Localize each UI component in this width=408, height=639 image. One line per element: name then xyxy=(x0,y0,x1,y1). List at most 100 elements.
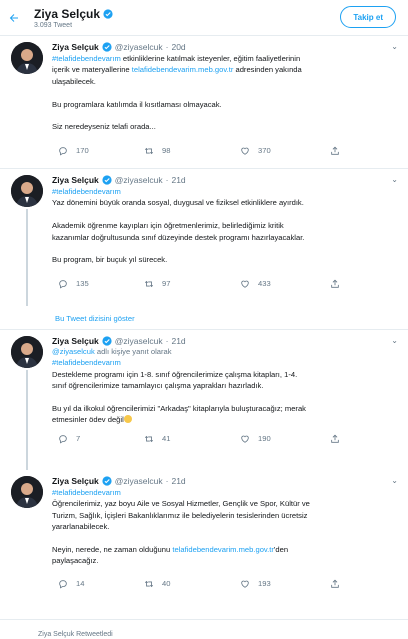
like-count: 433 xyxy=(258,279,271,289)
reply-button[interactable]: 135 xyxy=(58,279,144,289)
reply-icon xyxy=(59,147,67,156)
verified-badge-icon xyxy=(102,336,112,346)
tweet-meta: Ziya Selçuk @ziyaselcuk · 21d xyxy=(52,175,398,185)
text-line: sınıf öğrencilerimize tamamlayıcı çalışm… xyxy=(52,381,264,391)
share-button[interactable] xyxy=(330,146,340,156)
text-line: Öğrencilerimiz, yaz boyu Aile ve Sosyal … xyxy=(52,499,310,509)
mention-link[interactable]: @ziyaselcuk xyxy=(52,347,95,356)
meta-separator: · xyxy=(165,476,169,486)
retweet-button[interactable]: 41 xyxy=(144,434,240,444)
reply-count: 7 xyxy=(76,434,81,444)
url-link[interactable]: telafidebendevarim.meb.gov.tr xyxy=(172,545,274,554)
retweet-button[interactable]: 98 xyxy=(144,146,240,156)
verified-badge-icon xyxy=(102,476,112,486)
text-span: 'den xyxy=(273,545,289,555)
like-button[interactable]: 433 xyxy=(240,279,330,289)
like-count: 190 xyxy=(258,434,271,444)
chevron-down-icon[interactable]: ⌄ xyxy=(391,42,398,51)
text-line: Bu program, bir buçuk yıl sürecek. xyxy=(52,255,168,265)
tweet-text: #telafidebendevarım etkinliklerine katıl… xyxy=(52,53,398,133)
meta-separator: · xyxy=(165,42,169,52)
avatar[interactable] xyxy=(11,476,43,508)
tweet-time[interactable]: 21d xyxy=(171,476,185,486)
hashtag-link[interactable]: #telafidebendevarım xyxy=(52,54,121,63)
retweet-icon xyxy=(144,580,154,587)
author-name[interactable]: Ziya Selçuk xyxy=(52,476,99,486)
author-handle[interactable]: @ziyaselcuk xyxy=(115,175,163,185)
heart-icon xyxy=(241,435,249,443)
text-span: adlı kişiye yanıt olarak xyxy=(94,347,172,356)
author-name[interactable]: Ziya Selçuk xyxy=(52,42,99,52)
profile-title: Ziya Selçuk 3.093 Tweet xyxy=(34,7,113,29)
heart-icon xyxy=(241,147,249,155)
tweet[interactable]: Ziya Selçuk @ziyaselcuk · 20d ⌄ #telafid… xyxy=(0,36,408,169)
retweet-count: 98 xyxy=(162,146,171,156)
reply-count: 135 xyxy=(76,279,89,289)
reply-button[interactable]: 14 xyxy=(58,579,144,589)
tweet-count: 3.093 Tweet xyxy=(34,21,73,29)
hashtag-link[interactable]: #telafidebendevarım xyxy=(52,187,121,196)
like-button[interactable]: 193 xyxy=(240,579,330,589)
chevron-down-icon[interactable]: ⌄ xyxy=(391,175,398,184)
verified-badge-icon xyxy=(102,42,112,52)
text-span: etkinliklerine katılmak isteyenler, eğit… xyxy=(120,54,301,63)
author-handle[interactable]: @ziyaselcuk xyxy=(115,476,163,486)
share-icon xyxy=(331,579,339,588)
heart-icon xyxy=(241,280,249,288)
tweet-time[interactable]: 20d xyxy=(171,42,185,52)
retweet-count: 41 xyxy=(162,434,171,444)
like-count: 193 xyxy=(258,579,271,589)
like-button[interactable]: 370 xyxy=(240,146,330,156)
tweet-actions: 135 97 433 xyxy=(52,271,398,297)
retweet-button[interactable]: 97 xyxy=(144,279,240,289)
reply-button[interactable]: 7 xyxy=(58,434,144,444)
retweet-count: 40 xyxy=(162,579,171,589)
like-count: 370 xyxy=(258,146,271,156)
profile-header: Ziya Selçuk 3.093 Tweet Takip et xyxy=(0,0,408,36)
tweet-meta: Ziya Selçuk @ziyaselcuk · 21d xyxy=(52,476,398,486)
reply-button[interactable]: 170 xyxy=(58,146,144,156)
retweet-button[interactable]: 40 xyxy=(144,579,240,589)
share-button[interactable] xyxy=(330,579,340,589)
retweet-icon xyxy=(144,147,154,154)
reply-icon xyxy=(59,435,67,444)
text-line: kazanımlar doğrultusunda sınıf düzeyinde… xyxy=(52,232,305,242)
text-line: Destekleme programı için 1-8. sınıf öğre… xyxy=(52,369,298,379)
text-line: ulaşabilecek. xyxy=(52,76,96,86)
show-thread-link[interactable]: Bu Tweet dizisini göster xyxy=(0,306,408,330)
tweet-time[interactable]: 21d xyxy=(171,175,185,185)
chevron-down-icon[interactable]: ⌄ xyxy=(391,476,398,485)
retweet-count: 97 xyxy=(162,279,171,289)
follow-button[interactable]: Takip et xyxy=(340,6,396,28)
text-line: Akademik öğrenme kayıpları için öğretmen… xyxy=(52,221,284,231)
chevron-down-icon[interactable]: ⌄ xyxy=(391,336,398,345)
tweet-text: #telafidebendevarım Destekleme programı … xyxy=(52,357,398,425)
avatar[interactable] xyxy=(11,336,43,368)
author-name[interactable]: Ziya Selçuk xyxy=(52,175,99,185)
avatar[interactable] xyxy=(11,42,43,74)
reply-count: 14 xyxy=(76,579,85,589)
author-handle[interactable]: @ziyaselcuk xyxy=(115,336,163,346)
retweet-icon xyxy=(144,435,154,442)
text-line: Bu yıl da ilkokul öğrencilerimizi "Arkad… xyxy=(52,404,306,414)
text-span: Neyin, nerede, ne zaman olduğunu xyxy=(52,545,173,555)
avatar[interactable] xyxy=(11,175,43,207)
thread-line xyxy=(26,370,28,470)
hashtag-link[interactable]: #telafidebendevarım xyxy=(52,358,121,367)
text-line: Turizm, Sağlık, İçişleri Bakanlıklarımız… xyxy=(52,510,308,520)
tweet-time[interactable]: 21d xyxy=(171,336,185,346)
text-line: paylaşacağız. xyxy=(52,556,99,566)
tweet[interactable]: Ziya Selçuk @ziyaselcuk · 21d ⌄ #telafid… xyxy=(0,470,408,620)
share-button[interactable] xyxy=(330,279,340,289)
like-button[interactable]: 190 xyxy=(240,434,330,444)
share-button[interactable] xyxy=(330,434,340,444)
back-arrow-icon[interactable] xyxy=(6,10,22,26)
author-name[interactable]: Ziya Selçuk xyxy=(52,336,99,346)
url-link[interactable]: telafidebendevarim.meb.gov.tr xyxy=(132,65,234,74)
author-handle[interactable]: @ziyaselcuk xyxy=(115,42,163,52)
tweet[interactable]: Ziya Selçuk @ziyaselcuk · 21d ⌄ #telafid… xyxy=(0,169,408,306)
hashtag-link[interactable]: #telafidebendevarım xyxy=(52,488,121,497)
meta-separator: · xyxy=(165,175,169,185)
verified-badge-icon xyxy=(102,175,112,185)
tweet[interactable]: Ziya Selçuk @ziyaselcuk · 21d ⌄ @ziyasel… xyxy=(0,330,408,470)
